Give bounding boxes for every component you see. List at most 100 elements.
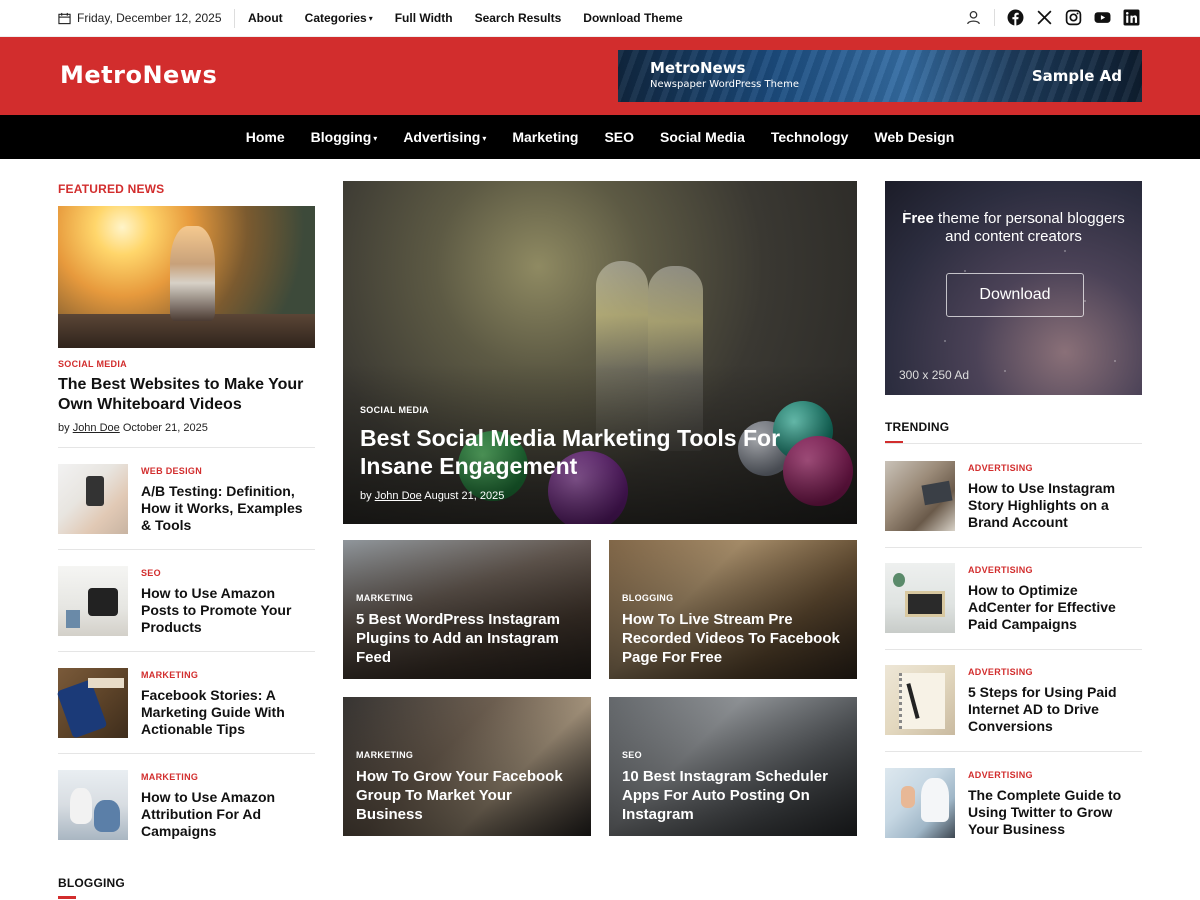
user-icon[interactable]: [965, 9, 982, 26]
sidebar-ad-text-1: theme for personal bloggers: [938, 210, 1125, 227]
nav-social-media[interactable]: Social Media: [660, 129, 745, 145]
hero-post[interactable]: SOCIAL MEDIA Best Social Media Marketing…: [343, 181, 857, 524]
card-category[interactable]: SEO: [622, 750, 642, 760]
nav-advertising-label: Advertising: [403, 129, 481, 145]
featured-main-title[interactable]: The Best Websites to Make Your Own White…: [58, 375, 315, 415]
trending-category[interactable]: ADVERTISING: [968, 463, 1033, 473]
card-category[interactable]: MARKETING: [356, 593, 413, 603]
meta-date: October 21, 2025: [122, 422, 208, 434]
post-card[interactable]: BLOGGING How To Live Stream Pre Recorded…: [609, 540, 857, 679]
list-item-category[interactable]: MARKETING: [141, 670, 198, 680]
list-item-title[interactable]: How to Use Amazon Attribution For Ad Cam…: [141, 789, 315, 840]
trending-thumbnail: [885, 768, 955, 838]
top-nav-download-theme[interactable]: Download Theme: [583, 11, 682, 25]
list-item[interactable]: MARKETING Facebook Stories: A Marketing …: [56, 668, 315, 740]
featured-news-heading: FEATURED NEWS: [58, 182, 165, 196]
featured-main-meta: by John Doe October 21, 2025: [58, 422, 208, 434]
list-item-title[interactable]: A/B Testing: Definition, How it Works, E…: [141, 483, 315, 534]
trending-category[interactable]: ADVERTISING: [968, 565, 1033, 575]
chevron-down-icon: ▾: [373, 134, 378, 143]
heading-underline: [58, 896, 76, 899]
nav-technology[interactable]: Technology: [771, 129, 849, 145]
person-shape: [94, 800, 120, 832]
hero-category[interactable]: SOCIAL MEDIA: [360, 405, 429, 415]
nav-web-design[interactable]: Web Design: [874, 129, 954, 145]
nav-seo[interactable]: SEO: [604, 129, 634, 145]
trending-category[interactable]: ADVERTISING: [968, 770, 1033, 780]
facebook-icon[interactable]: [1007, 9, 1024, 26]
list-item[interactable]: SEO How to Use Amazon Posts to Promote Y…: [58, 566, 315, 638]
chevron-down-icon: ▾: [368, 14, 373, 23]
trending-category[interactable]: ADVERTISING: [968, 667, 1033, 677]
post-card[interactable]: MARKETING 5 Best WordPress Instagram Plu…: [343, 540, 591, 679]
list-item-category[interactable]: MARKETING: [141, 772, 198, 782]
list-item-title[interactable]: Facebook Stories: A Marketing Guide With…: [141, 687, 315, 738]
post-card[interactable]: SEO 10 Best Instagram Scheduler Apps For…: [609, 697, 857, 836]
nav-advertising[interactable]: Advertising ▾: [403, 129, 486, 145]
list-item[interactable]: MARKETING How to Use Amazon Attribution …: [58, 770, 315, 842]
top-nav-about[interactable]: About: [248, 11, 283, 25]
top-nav-categories-label: Categories: [304, 11, 367, 25]
featured-main-category[interactable]: SOCIAL MEDIA: [58, 359, 127, 369]
site-header: MetroNews MetroNews Newspaper WordPress …: [0, 37, 1200, 115]
post-card[interactable]: MARKETING How To Grow Your Facebook Grou…: [343, 697, 591, 836]
notebook-shape: [899, 673, 945, 729]
nav-home[interactable]: Home: [246, 129, 285, 145]
date-display: Friday, December 12, 2025: [58, 11, 222, 25]
linkedin-icon[interactable]: [1123, 9, 1140, 26]
top-nav: About Categories ▾ Full Width Search Resu…: [248, 11, 683, 25]
list-item-category[interactable]: WEB DESIGN: [141, 466, 202, 476]
trending-item[interactable]: ADVERTISING How to Optimize AdCenter for…: [885, 563, 1142, 635]
meta-author[interactable]: John Doe: [73, 422, 120, 434]
nav-marketing[interactable]: Marketing: [512, 129, 578, 145]
trending-item[interactable]: ADVERTISING The Complete Guide to Using …: [885, 768, 1142, 840]
calendar-icon: [58, 12, 71, 24]
list-item-thumbnail: [56, 668, 128, 739]
card-category[interactable]: BLOGGING: [622, 593, 673, 603]
list-item-category[interactable]: SEO: [141, 568, 161, 578]
card-title[interactable]: 10 Best Instagram Scheduler Apps For Aut…: [622, 767, 847, 824]
top-nav-search-results[interactable]: Search Results: [475, 11, 562, 25]
list-item-thumbnail: [58, 770, 128, 840]
meta-author[interactable]: John Doe: [375, 490, 422, 502]
trending-title[interactable]: How to Optimize AdCenter for Effective P…: [968, 582, 1142, 633]
trending-item[interactable]: ADVERTISING 5 Steps for Using Paid Inter…: [885, 665, 1142, 737]
ad-banner-subtitle: Newspaper WordPress Theme: [650, 79, 799, 90]
laptop-shape: [921, 480, 953, 506]
featured-main-image[interactable]: [58, 206, 315, 348]
sidebar-ad[interactable]: Free theme for personal bloggers and con…: [885, 181, 1142, 395]
header-ad-banner[interactable]: MetroNews Newspaper WordPress Theme Samp…: [618, 50, 1142, 102]
list-item-title[interactable]: How to Use Amazon Posts to Promote Your …: [141, 585, 315, 636]
meta-by: by: [58, 422, 70, 434]
card-title[interactable]: 5 Best WordPress Instagram Plugins to Ad…: [356, 610, 581, 667]
card-category[interactable]: MARKETING: [356, 750, 413, 760]
hero-title[interactable]: Best Social Media Marketing Tools For In…: [360, 424, 820, 480]
trending-title[interactable]: 5 Steps for Using Paid Internet AD to Dr…: [968, 684, 1142, 735]
sidebar-ad-text-2: and content creators: [945, 228, 1082, 245]
top-nav-full-width[interactable]: Full Width: [395, 11, 453, 25]
sidebar-ad-bold: Free: [902, 210, 934, 227]
list-item-thumbnail: [58, 566, 128, 636]
x-icon[interactable]: [1036, 9, 1053, 26]
ad-banner-title: MetroNews: [650, 59, 746, 77]
trending-title[interactable]: How to Use Instagram Story Highlights on…: [968, 480, 1142, 531]
top-bar: Friday, December 12, 2025 About Categori…: [0, 0, 1200, 37]
trending-title[interactable]: The Complete Guide to Using Twitter to G…: [968, 787, 1142, 838]
youtube-icon[interactable]: [1094, 9, 1111, 26]
frame-shape: [905, 591, 945, 617]
card-title[interactable]: How To Grow Your Facebook Group To Marke…: [356, 767, 581, 824]
trending-item[interactable]: ADVERTISING How to Use Instagram Story H…: [885, 461, 1142, 533]
list-item-thumbnail: [58, 464, 128, 534]
download-button[interactable]: Download: [946, 273, 1084, 317]
cup-shape: [66, 610, 80, 628]
card-title[interactable]: How To Live Stream Pre Recorded Videos T…: [622, 610, 847, 667]
list-item[interactable]: WEB DESIGN A/B Testing: Definition, How …: [58, 464, 315, 536]
nav-blogging[interactable]: Blogging ▾: [311, 129, 378, 145]
top-nav-categories[interactable]: Categories ▾: [305, 11, 373, 25]
image-figure: [170, 226, 215, 321]
globe-shape: [893, 573, 905, 587]
meta-by: by: [360, 490, 372, 502]
instagram-icon[interactable]: [1065, 9, 1082, 26]
chevron-down-icon: ▾: [482, 134, 487, 143]
site-logo[interactable]: MetroNews: [60, 61, 217, 89]
